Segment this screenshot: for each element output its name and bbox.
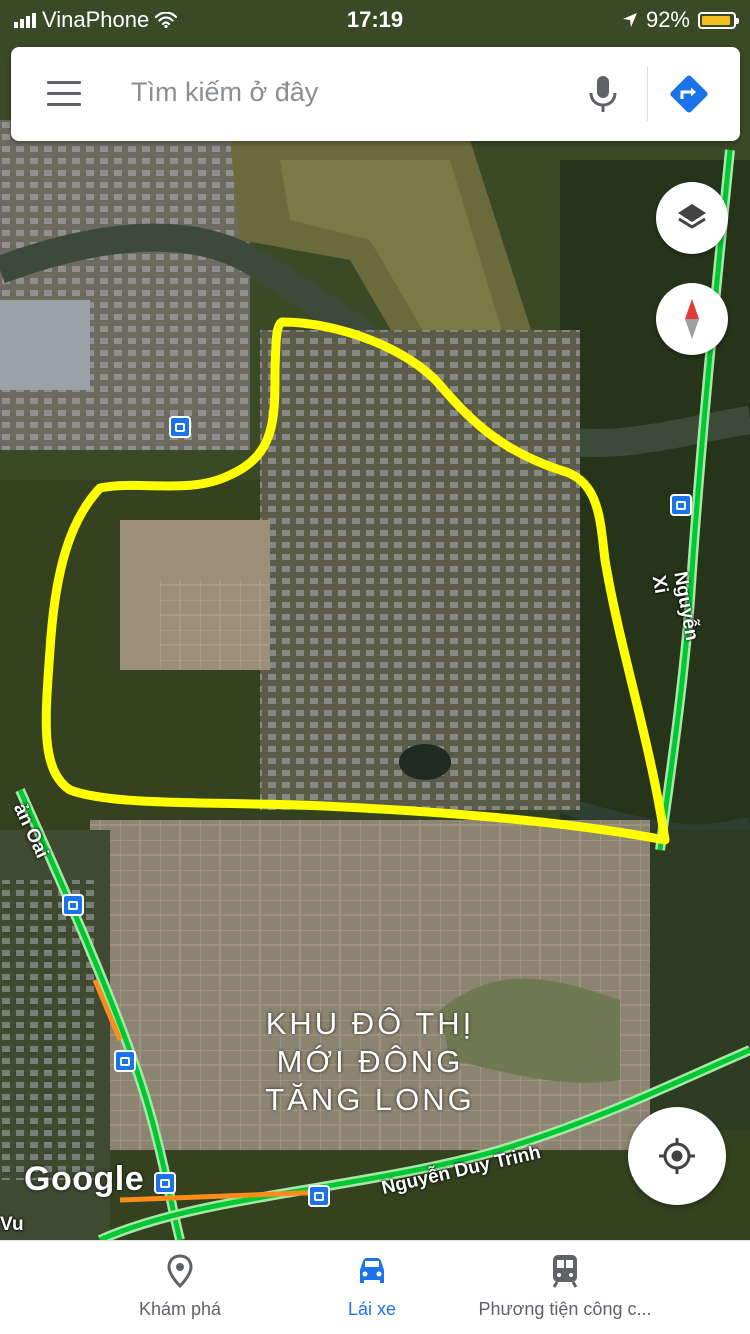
tab-label: Phương tiện công c... <box>478 1299 652 1319</box>
google-logo: Google <box>24 1160 145 1198</box>
satellite-map[interactable]: KHU ĐÔ THỊ MỚI ĐÔNG TĂNG LONG Nguyễn Duy… <box>0 0 750 1240</box>
status-right: 92% <box>622 7 739 33</box>
crosshair-icon <box>659 1138 695 1174</box>
car-icon <box>360 1258 384 1283</box>
layers-icon <box>678 204 706 229</box>
bus-stop-icon[interactable] <box>670 494 692 516</box>
location-arrow-icon <box>622 13 637 27</box>
compass-button[interactable] <box>656 283 728 355</box>
microphone-icon[interactable] <box>585 73 621 115</box>
place-pin-icon <box>167 1254 193 1289</box>
road-label-vu: Vu <box>0 1214 24 1235</box>
status-bar: VinaPhone 17:19 92% <box>0 0 750 40</box>
tab-driving[interactable]: Lái xe <box>272 1241 472 1334</box>
battery-percent: 92% <box>645 7 690 32</box>
bus-stop-icon[interactable] <box>114 1050 136 1072</box>
bus-stop-icon[interactable] <box>169 416 191 438</box>
tab-explore[interactable]: Khám phá <box>80 1241 280 1334</box>
compass-icon <box>685 299 699 339</box>
my-location-button[interactable] <box>628 1107 726 1205</box>
tab-label: Lái xe <box>347 1299 397 1319</box>
bus-stop-icon[interactable] <box>308 1185 330 1207</box>
search-input[interactable]: Tìm kiếm ở đây <box>131 77 318 108</box>
transit-icon <box>552 1255 578 1288</box>
area-label: KHU ĐÔ THỊ MỚI ĐÔNG TĂNG LONG <box>265 1006 475 1117</box>
bus-stop-icon[interactable] <box>154 1172 176 1194</box>
menu-icon[interactable] <box>47 81 81 107</box>
divider <box>647 67 648 121</box>
battery-icon <box>698 11 739 29</box>
bus-stop-icon[interactable] <box>62 894 84 916</box>
tab-transit[interactable]: Phương tiện công c... <box>465 1241 665 1334</box>
directions-icon[interactable] <box>669 74 709 114</box>
search-bar[interactable]: Tìm kiếm ở đây <box>11 47 740 141</box>
bottom-navigation: Khám phá Lái xe Phương tiện công c... <box>0 1240 750 1334</box>
layers-button[interactable] <box>656 182 728 254</box>
tab-label: Khám phá <box>138 1299 222 1319</box>
